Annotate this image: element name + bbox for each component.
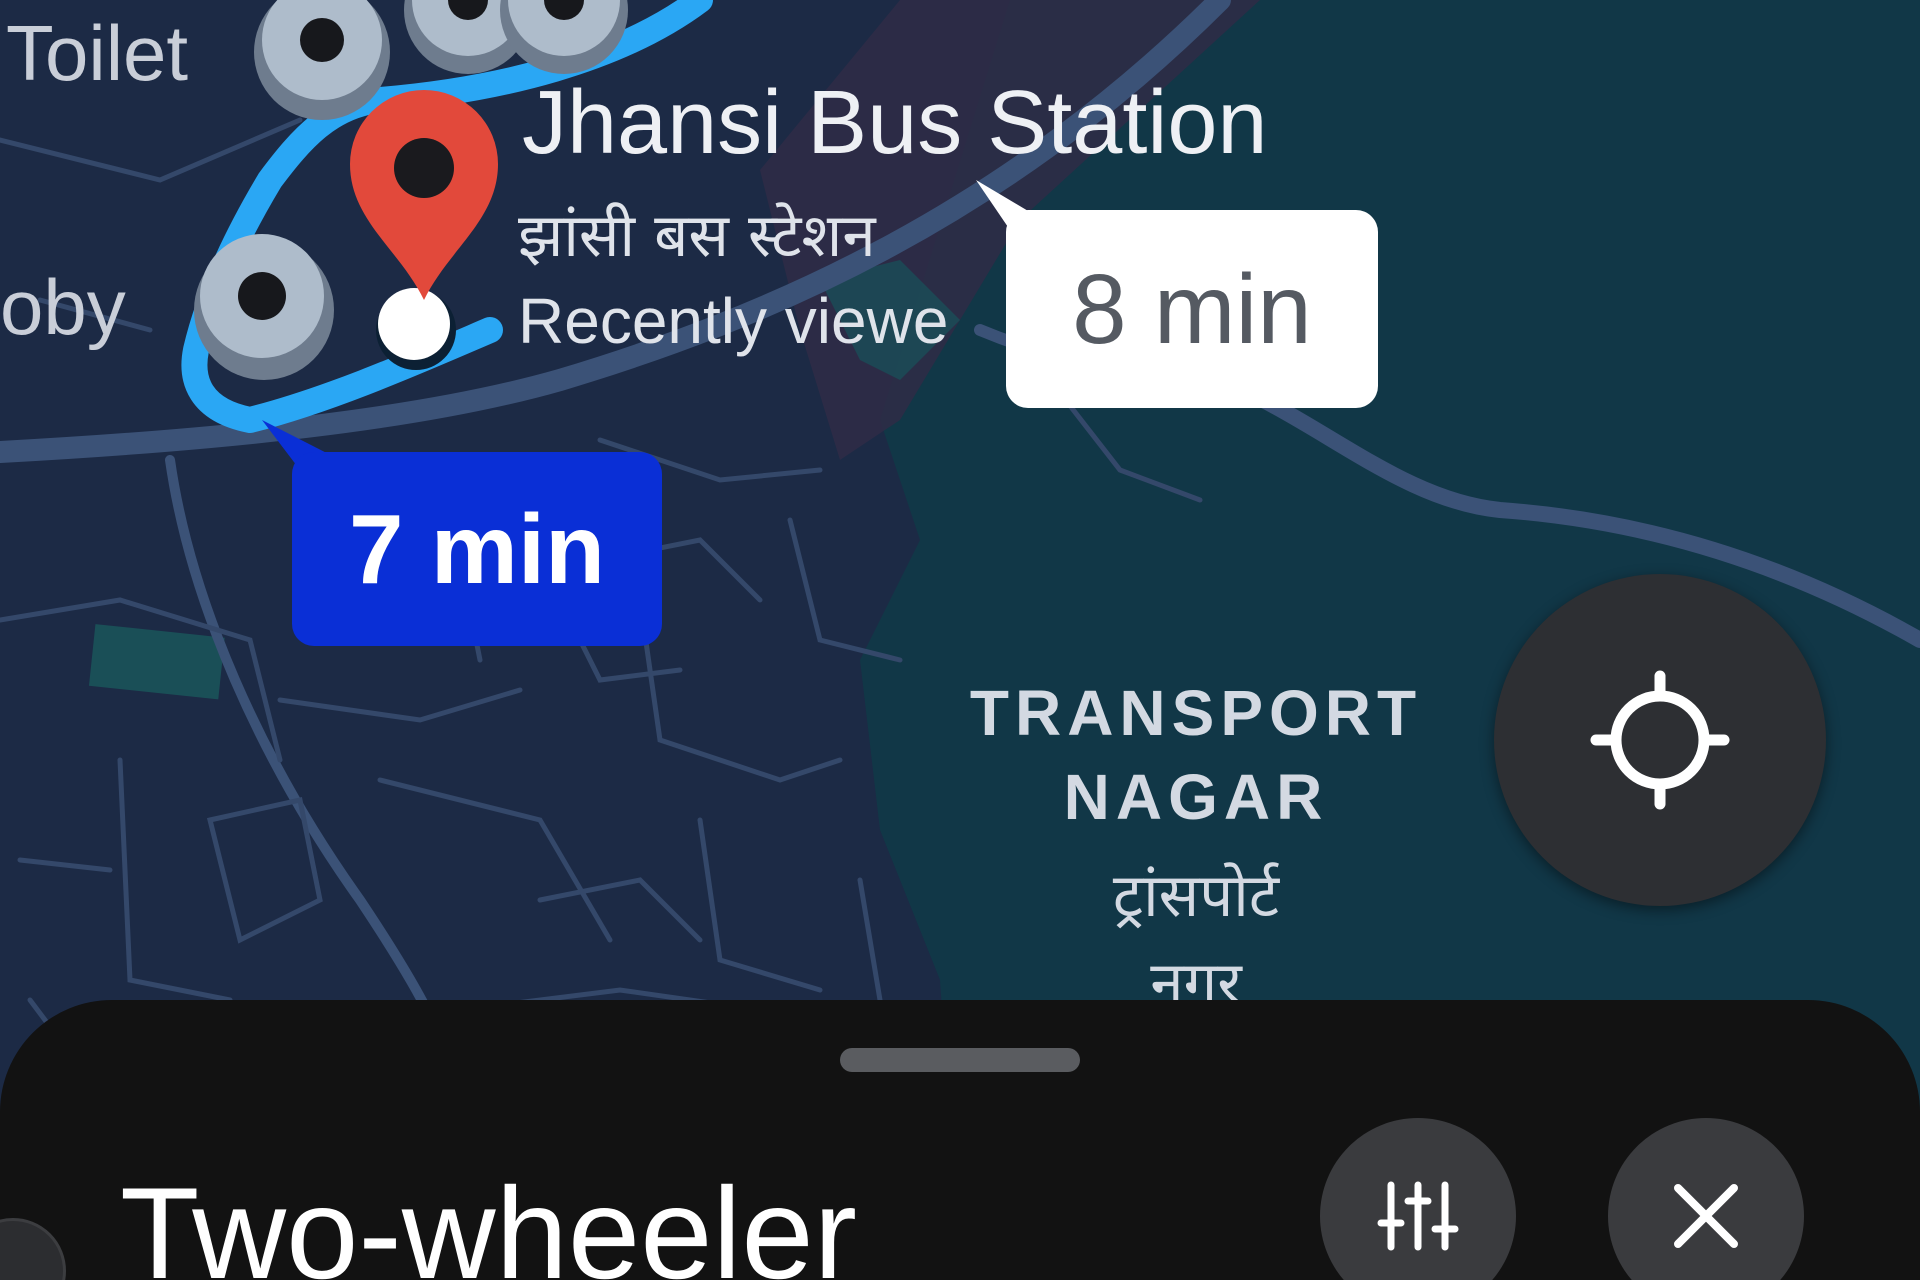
area-label-line1: TRANSPORT (969, 677, 1423, 749)
area-label-line2: NAGAR (1063, 761, 1329, 833)
drag-handle[interactable] (840, 1048, 1080, 1072)
selected-route-time-bubble[interactable]: 7 min (292, 452, 662, 646)
my-location-icon (1590, 670, 1730, 810)
selected-route-time: 7 min (349, 493, 605, 604)
alternate-route-time-bubble[interactable]: 8 min (1006, 210, 1378, 408)
my-location-button[interactable] (1494, 574, 1826, 906)
sheet-title: Two-wheeler (120, 1160, 857, 1280)
area-label-hindi-line1: ट्रांसपोर्ट (1112, 861, 1280, 931)
bottom-sheet[interactable]: Two-wheeler (0, 1000, 1920, 1280)
close-button[interactable] (1608, 1118, 1804, 1280)
tune-icon (1377, 1181, 1459, 1251)
close-icon (1674, 1184, 1738, 1248)
poi-label-toilet[interactable]: Toilet (6, 8, 188, 99)
mode-icon (0, 1218, 66, 1280)
poi-label-partial[interactable]: oby (0, 262, 126, 353)
route-options-button[interactable] (1320, 1118, 1516, 1280)
alternate-route-time: 8 min (1072, 253, 1312, 364)
destination-name-hindi: झांसी बस स्टेशन (518, 201, 876, 271)
destination-name[interactable]: Jhansi Bus Station (522, 72, 1267, 175)
recently-viewed-label: Recently viewe (518, 285, 949, 357)
